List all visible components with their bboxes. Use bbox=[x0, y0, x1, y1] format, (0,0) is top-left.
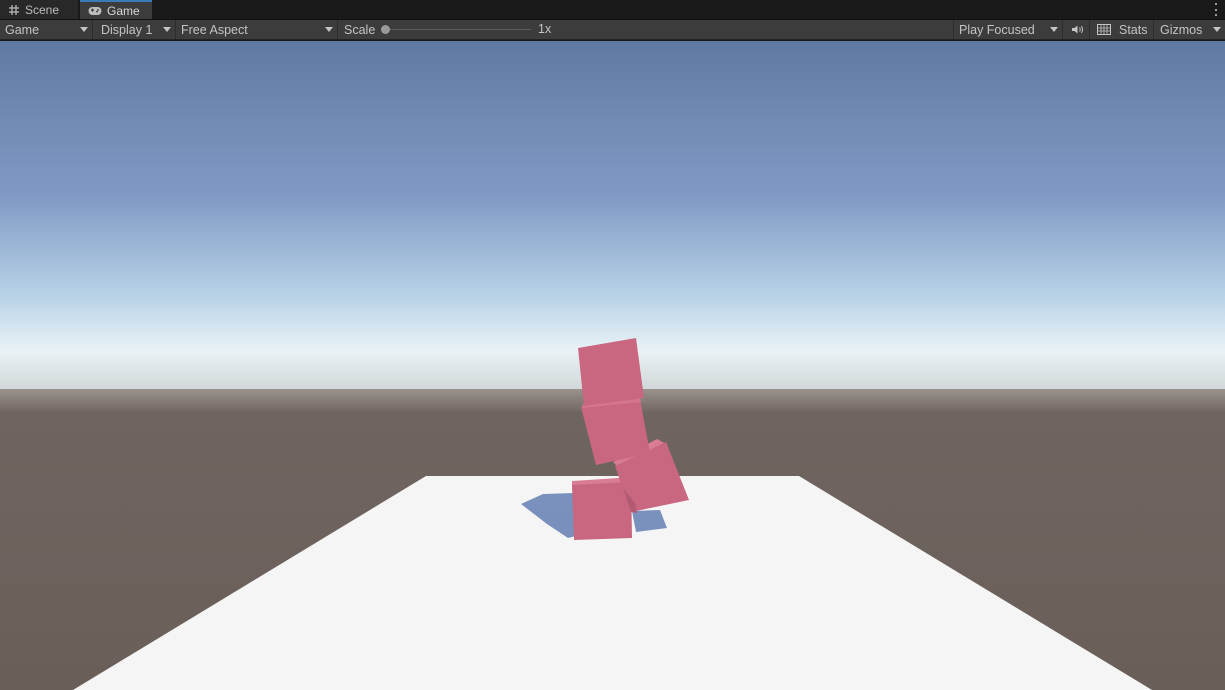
gizmos-label: Gizmos bbox=[1160, 22, 1203, 37]
scale-slider-thumb[interactable] bbox=[381, 25, 390, 34]
chevron-down-icon bbox=[163, 27, 171, 32]
speaker-icon bbox=[1071, 25, 1083, 34]
view-type-label: Game bbox=[5, 22, 40, 37]
game-render bbox=[0, 41, 1225, 690]
chevron-down-icon bbox=[1213, 27, 1221, 32]
stats-grid-icon bbox=[1096, 24, 1111, 35]
stats-label: Stats bbox=[1119, 22, 1148, 37]
grid-icon bbox=[9, 4, 19, 15]
mute-audio-button[interactable] bbox=[1065, 20, 1090, 39]
display-dropdown[interactable]: Display 1 bbox=[96, 20, 176, 39]
gamepad-icon bbox=[88, 6, 102, 15]
tab-scene-label: Scene bbox=[25, 2, 60, 17]
chevron-down-icon bbox=[80, 27, 88, 32]
scale-value: 1x bbox=[538, 22, 552, 36]
tab-scene[interactable]: Scene bbox=[0, 0, 79, 19]
tab-game[interactable]: Game bbox=[80, 0, 152, 19]
gizmos-dropdown[interactable]: Gizmos bbox=[1155, 20, 1225, 39]
aspect-dropdown[interactable]: Free Aspect bbox=[176, 20, 338, 39]
window-tab-strip: Scene Game bbox=[0, 0, 1225, 20]
chevron-down-icon bbox=[1050, 27, 1058, 32]
view-type-dropdown[interactable]: Game bbox=[0, 20, 93, 39]
chevron-down-icon bbox=[325, 27, 333, 32]
tab-game-label: Game bbox=[107, 3, 140, 18]
display-label: Display 1 bbox=[101, 22, 153, 37]
scale-slider-track[interactable] bbox=[385, 29, 531, 30]
scale-label: Scale bbox=[344, 22, 376, 37]
cube-top bbox=[578, 338, 644, 406]
stats-grid-button[interactable] bbox=[1092, 20, 1115, 39]
play-mode-dropdown[interactable]: Play Focused bbox=[953, 20, 1063, 39]
play-mode-label: Play Focused bbox=[959, 22, 1035, 37]
aspect-label: Free Aspect bbox=[181, 22, 248, 37]
stats-button[interactable]: Stats bbox=[1116, 20, 1154, 39]
game-view-toolbar: Game Display 1 Free Aspect Scale 1x Play… bbox=[0, 20, 1225, 40]
skybox bbox=[0, 41, 1225, 393]
scale-control: Scale 1x bbox=[339, 20, 559, 39]
game-viewport[interactable] bbox=[0, 41, 1225, 690]
more-options-icon[interactable] bbox=[1213, 3, 1219, 16]
